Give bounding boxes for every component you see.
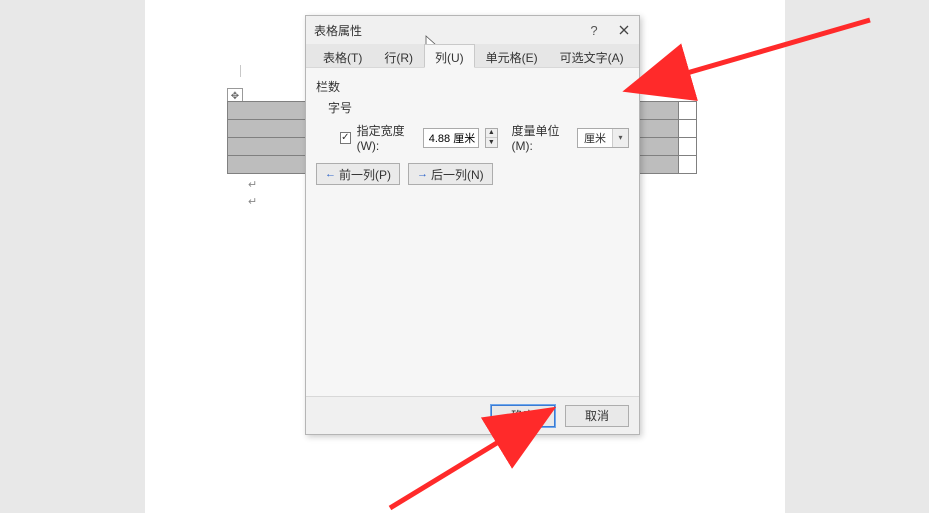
dialog-content: 栏数 字号 ✓ 指定宽度(W): ▲ ▼ 度量单位(M): 厘米 ▾ ← 前一列…	[306, 68, 639, 396]
section-title: 栏数	[316, 78, 629, 95]
tab-label: 表格(T)	[323, 51, 362, 65]
unit-value: 厘米	[578, 130, 612, 146]
arrow-right-icon: →	[417, 168, 428, 180]
ok-button[interactable]: 确定	[491, 405, 555, 427]
width-spinner[interactable]: ▲ ▼	[485, 128, 497, 148]
tab-column[interactable]: 列(U)	[424, 44, 475, 68]
close-icon	[619, 25, 629, 35]
width-row: ✓ 指定宽度(W): ▲ ▼ 度量单位(M): 厘米 ▾	[340, 122, 629, 153]
previous-column-button[interactable]: ← 前一列(P)	[316, 163, 400, 185]
tab-label: 行(R)	[384, 51, 413, 65]
dialog-title: 表格属性	[314, 22, 362, 39]
unit-dropdown[interactable]: 厘米 ▾	[577, 128, 629, 148]
cancel-button[interactable]: 取消	[565, 405, 629, 427]
paragraph-mark: ↵	[248, 195, 257, 208]
spinner-down-icon[interactable]: ▼	[486, 138, 496, 147]
close-button[interactable]	[609, 16, 639, 44]
arrow-left-icon: ←	[325, 168, 336, 180]
tab-alt-text[interactable]: 可选文字(A)	[549, 44, 635, 67]
specify-width-checkbox[interactable]: ✓	[340, 132, 351, 144]
next-column-label: 后一列(N)	[431, 166, 484, 183]
next-column-button[interactable]: → 后一列(N)	[408, 163, 493, 185]
sub-label: 字号	[328, 99, 629, 116]
tab-table[interactable]: 表格(T)	[312, 44, 373, 67]
tab-label: 可选文字(A)	[560, 51, 624, 65]
table-properties-dialog: 表格属性 ? 表格(T) 行(R) 列(U) 单元格(E) 可选文字(A) 栏数…	[305, 15, 640, 435]
dialog-tabs: 表格(T) 行(R) 列(U) 单元格(E) 可选文字(A)	[306, 44, 639, 68]
paragraph-mark: ↵	[248, 178, 257, 191]
dialog-footer: 确定 取消	[306, 396, 639, 434]
ruler-tick	[240, 65, 241, 77]
tab-row[interactable]: 行(R)	[373, 44, 424, 67]
specify-width-label: 指定宽度(W):	[357, 122, 418, 153]
tab-cell[interactable]: 单元格(E)	[475, 44, 549, 67]
help-button[interactable]: ?	[579, 16, 609, 44]
spinner-up-icon[interactable]: ▲	[486, 129, 496, 139]
tab-label: 列(U)	[435, 51, 464, 65]
previous-column-label: 前一列(P)	[339, 166, 391, 183]
move-icon: ✥	[231, 91, 239, 102]
column-nav-row: ← 前一列(P) → 后一列(N)	[316, 163, 629, 185]
tab-label: 单元格(E)	[486, 51, 538, 65]
unit-label: 度量单位(M):	[512, 122, 571, 153]
chevron-down-icon[interactable]: ▾	[612, 129, 628, 147]
dialog-titlebar[interactable]: 表格属性 ?	[306, 16, 639, 44]
width-input[interactable]	[423, 128, 479, 148]
